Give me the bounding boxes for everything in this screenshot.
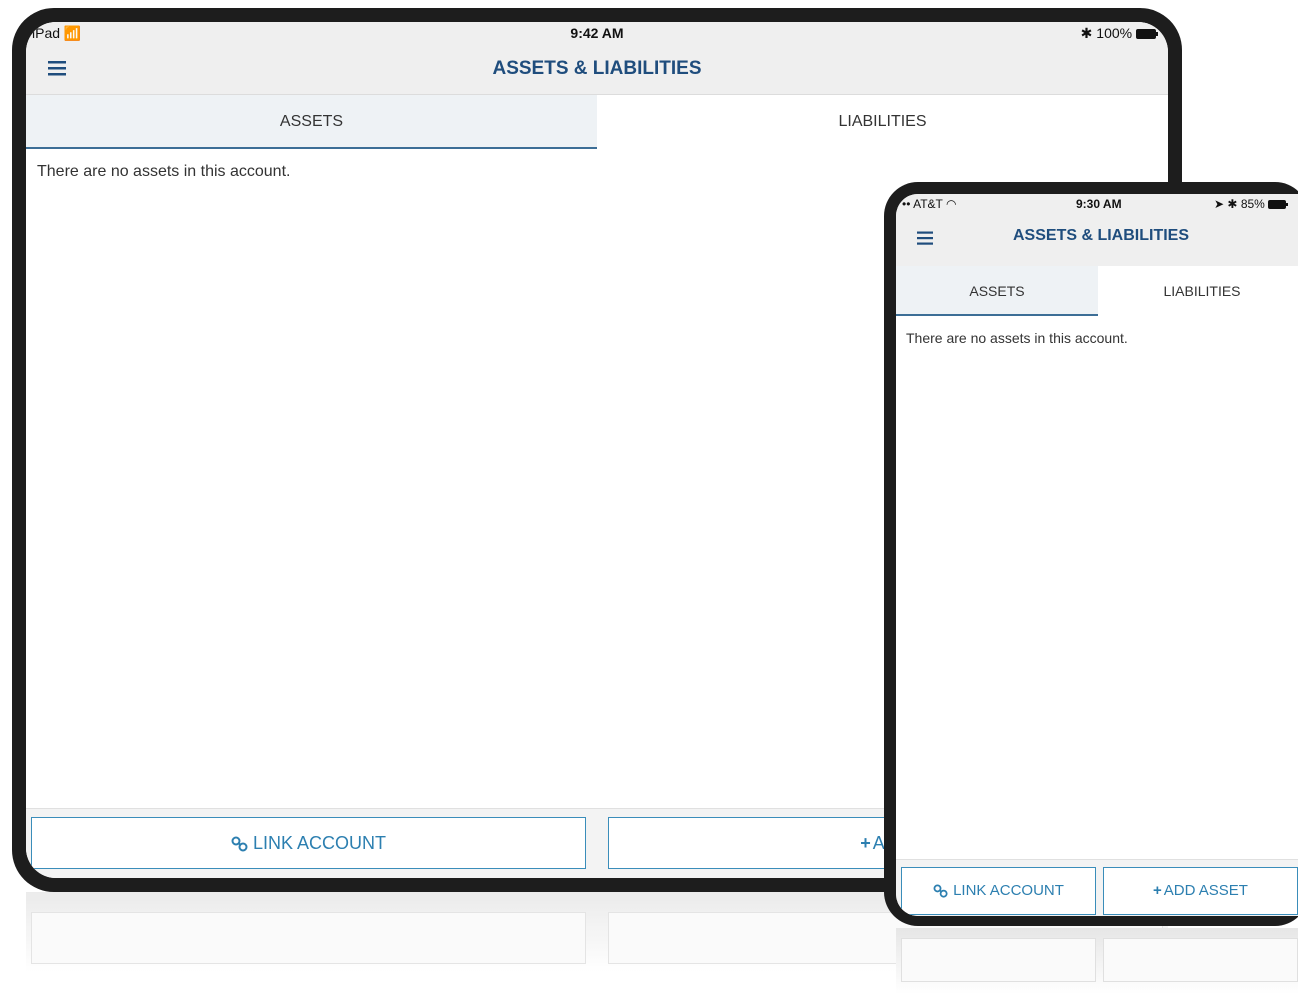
- tab-assets[interactable]: ASSETS: [896, 266, 1098, 316]
- battery-icon: [1268, 200, 1289, 210]
- link-icon: [933, 884, 948, 898]
- page-title: ASSETS & LIABILITIES: [1013, 227, 1190, 244]
- hamburger-menu-icon[interactable]: [917, 231, 933, 245]
- signal-icon: ••: [902, 197, 911, 211]
- add-asset-button[interactable]: + ADD ASSET: [1103, 867, 1298, 915]
- battery-percent: 100%: [1096, 25, 1133, 41]
- empty-message: There are no assets in this account.: [906, 330, 1128, 346]
- status-bar: •• AT&T ◠ 9:30 AM ➤ ✱ 85%: [896, 194, 1298, 214]
- tab-bar: ASSETS LIABILITIES: [896, 266, 1298, 316]
- reflection-button-left: [901, 938, 1096, 982]
- reflection-surface: [896, 928, 1298, 994]
- iphone-screen: •• AT&T ◠ 9:30 AM ➤ ✱ 85% ASSETS & LIABI…: [896, 194, 1298, 916]
- link-icon: [231, 836, 248, 852]
- add-asset-label: ADD ASSET: [1163, 882, 1248, 899]
- wifi-icon: ◠: [945, 197, 957, 211]
- status-battery: ✱ 100%: [1081, 25, 1158, 42]
- status-time: 9:30 AM: [1076, 197, 1122, 211]
- nav-bar: ASSETS & LIABILITIES: [896, 214, 1298, 266]
- iphone-reflection: [884, 928, 1298, 994]
- location-icon: ➤: [1214, 197, 1225, 211]
- bottom-action-bar: LINK ACCOUNT + ADD ASSET: [896, 859, 1298, 916]
- bluetooth-icon: ✱: [1080, 25, 1093, 41]
- link-account-button[interactable]: LINK ACCOUNT: [31, 817, 586, 869]
- reflection-button-left: [31, 912, 586, 964]
- plus-icon: +: [1153, 882, 1162, 899]
- status-battery: ➤ ✱ 85%: [1214, 197, 1289, 211]
- reflection-button-right: [1103, 938, 1298, 982]
- tab-bar: ASSETS LIABILITIES: [26, 95, 1168, 149]
- empty-message: There are no assets in this account.: [37, 163, 291, 180]
- status-bar: iPad 📶 9:42 AM ✱ 100%: [26, 22, 1168, 44]
- nav-bar: ASSETS & LIABILITIES: [26, 44, 1168, 95]
- battery-icon: [1136, 29, 1158, 40]
- status-time: 9:42 AM: [570, 25, 624, 41]
- battery-percent: 85%: [1240, 197, 1265, 211]
- plus-icon: +: [860, 833, 871, 853]
- iphone-device: •• AT&T ◠ 9:30 AM ➤ ✱ 85% ASSETS & LIABI…: [884, 182, 1298, 926]
- bluetooth-icon: ✱: [1227, 197, 1238, 211]
- page-title: ASSETS & LIABILITIES: [492, 58, 702, 79]
- link-account-label: LINK ACCOUNT: [252, 833, 387, 853]
- link-account-button[interactable]: LINK ACCOUNT: [901, 867, 1096, 915]
- tab-assets[interactable]: ASSETS: [26, 95, 597, 149]
- tab-liabilities[interactable]: LIABILITIES: [1098, 266, 1298, 316]
- carrier-label: AT&T: [913, 197, 943, 211]
- tab-liabilities[interactable]: LIABILITIES: [597, 95, 1168, 149]
- link-account-label: LINK ACCOUNT: [953, 882, 1064, 899]
- status-carrier: •• AT&T ◠: [902, 197, 956, 211]
